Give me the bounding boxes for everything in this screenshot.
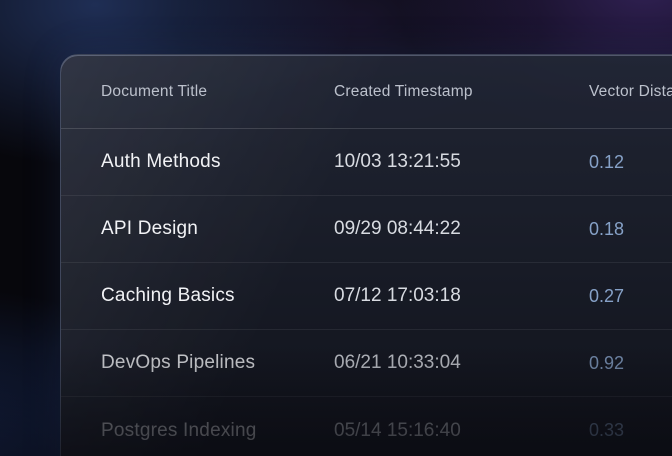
document-title-cell: Postgres Indexing bbox=[101, 420, 334, 442]
vector-distance-cell: 0.92 bbox=[589, 353, 672, 374]
column-header-vector-distance: Vector Distance bbox=[589, 83, 672, 101]
column-header-document-title: Document Title bbox=[101, 83, 334, 101]
column-header-created-timestamp: Created Timestamp bbox=[334, 83, 589, 101]
created-timestamp-cell: 05/14 15:16:40 bbox=[334, 420, 589, 442]
document-title-cell: Auth Methods bbox=[101, 151, 334, 173]
table-row[interactable]: DevOps Pipelines 06/21 10:33:04 0.92 bbox=[61, 330, 672, 397]
document-title-cell: DevOps Pipelines bbox=[101, 352, 334, 374]
vector-distance-cell: 0.33 bbox=[589, 420, 672, 441]
created-timestamp-cell: 06/21 10:33:04 bbox=[334, 352, 589, 374]
created-timestamp-cell: 10/03 13:21:55 bbox=[334, 151, 589, 173]
created-timestamp-cell: 09/29 08:44:22 bbox=[334, 218, 589, 240]
table-row[interactable]: Postgres Indexing 05/14 15:16:40 0.33 bbox=[61, 397, 672, 456]
created-timestamp-cell: 07/12 17:03:18 bbox=[334, 285, 589, 307]
vector-distance-cell: 0.27 bbox=[589, 286, 672, 307]
table-row[interactable]: Auth Methods 10/03 13:21:55 0.12 bbox=[61, 129, 672, 196]
document-title-cell: Caching Basics bbox=[101, 285, 334, 307]
documents-table-card: Document Title Created Timestamp Vector … bbox=[60, 54, 672, 456]
vector-distance-cell: 0.12 bbox=[589, 152, 672, 173]
screenshot-background: Document Title Created Timestamp Vector … bbox=[0, 0, 672, 456]
document-title-cell: API Design bbox=[101, 218, 334, 240]
table-row[interactable]: Caching Basics 07/12 17:03:18 0.27 bbox=[61, 263, 672, 330]
table-row[interactable]: API Design 09/29 08:44:22 0.18 bbox=[61, 196, 672, 263]
vector-distance-cell: 0.18 bbox=[589, 219, 672, 240]
table-header-row: Document Title Created Timestamp Vector … bbox=[61, 55, 672, 129]
